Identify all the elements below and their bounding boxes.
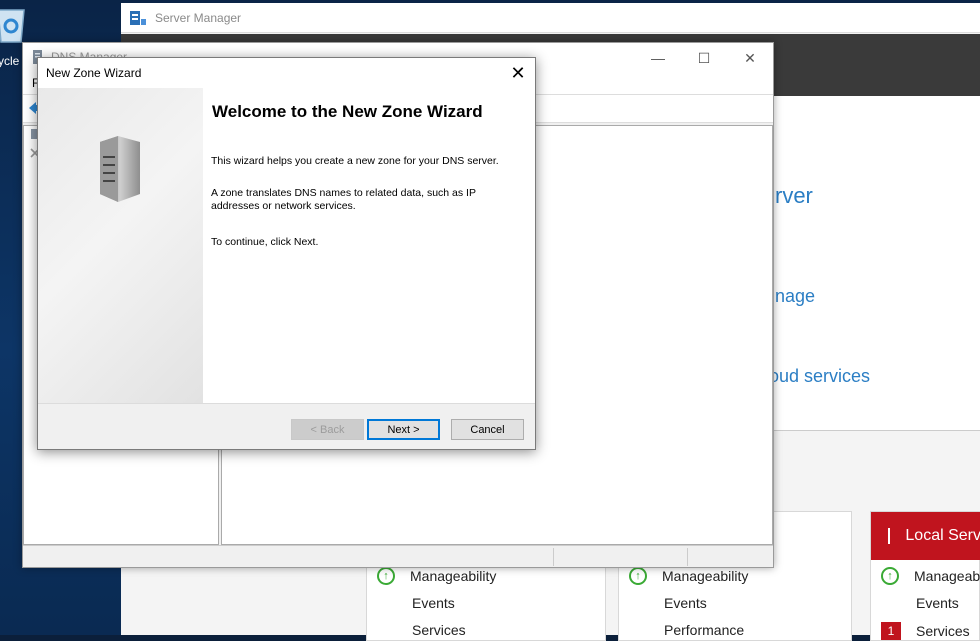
wizard-heading: Welcome to the New Zone Wizard (212, 102, 483, 121)
dns-status-bar (23, 545, 773, 567)
cancel-button[interactable]: Cancel (451, 419, 524, 440)
tile-row-label: Services (916, 623, 970, 639)
tile-row-performance[interactable]: Performance (664, 622, 744, 638)
tile-row-services[interactable]: Services (412, 622, 466, 638)
wizard-zone-description: A zone translates DNS names to related d… (211, 187, 476, 212)
server-icon (888, 528, 891, 544)
local-server-title: Local Serv (905, 527, 980, 544)
server-manager-titlebar[interactable]: Server Manager (121, 3, 980, 33)
tile-row-label: Manageability (662, 568, 749, 584)
tile-row-label: Events (664, 595, 707, 611)
wizard-button-bar: < Back Next > Cancel (38, 403, 535, 449)
tile-row-label: Events (916, 595, 959, 611)
maximize-button[interactable]: ☐ (681, 43, 727, 73)
wizard-intro-text: This wizard helps you create a new zone … (211, 155, 499, 167)
close-button[interactable]: ✕ (727, 43, 773, 73)
server-tower-icon (100, 136, 140, 202)
server-manager-icon (130, 10, 146, 25)
tile-row-manageability[interactable]: ↑ Manageab (881, 567, 980, 585)
back-button[interactable]: < Back (291, 419, 364, 440)
status-separator (687, 548, 688, 566)
close-icon: ✕ (744, 49, 756, 66)
close-icon: ✕ (510, 62, 526, 83)
recycle-bin-label: ycle (0, 54, 20, 68)
configure-server-link[interactable]: rver (775, 183, 813, 209)
minimize-button[interactable]: — (635, 43, 681, 73)
tile-row-label: Events (412, 595, 455, 611)
wizard-side-panel (38, 88, 203, 403)
tile-row-manageability[interactable]: ↑ Manageability (629, 567, 748, 585)
wizard-continue-text: To continue, click Next. (211, 236, 319, 248)
status-up-icon: ↑ (377, 567, 395, 585)
server-manager-title: Server Manager (155, 10, 242, 25)
new-zone-wizard-dialog: New Zone Wizard ✕ Welcome to the New Zon… (37, 57, 536, 450)
wizard-titlebar[interactable]: New Zone Wizard ✕ (38, 58, 535, 88)
wizard-title: New Zone Wizard (46, 66, 142, 80)
tile-row-label: Services (412, 622, 466, 638)
recycle-bin-icon[interactable] (0, 4, 28, 44)
manage-link[interactable]: nage (775, 286, 815, 307)
next-button[interactable]: Next > (367, 419, 440, 440)
local-server-tile-header[interactable]: Local Serv (871, 512, 980, 560)
tile-row-events[interactable]: Events (412, 595, 455, 611)
tile-row-manageability[interactable]: ↑ Manageability (377, 567, 496, 585)
tile-row-label: Manageab (914, 568, 980, 584)
tile-row-events[interactable]: Events (916, 595, 959, 611)
tile-row-label: Performance (664, 622, 745, 638)
status-separator (553, 548, 554, 566)
alert-count-badge: 1 (881, 622, 901, 640)
tile-row-label: Manageability (410, 568, 497, 584)
tile-row-services[interactable]: 1 Services (881, 622, 970, 640)
local-server-tile[interactable]: Local Serv ↑ Manageab Events 1 Services (870, 511, 980, 641)
wizard-close-button[interactable]: ✕ (505, 60, 531, 86)
wizard-body: Welcome to the New Zone Wizard This wiza… (38, 88, 535, 403)
maximize-icon: ☐ (697, 49, 711, 66)
cloud-services-link[interactable]: oud services (769, 366, 870, 387)
minimize-icon: — (651, 50, 665, 66)
status-up-icon: ↑ (629, 567, 647, 585)
status-up-icon: ↑ (881, 567, 899, 585)
tile-row-events[interactable]: Events (664, 595, 707, 611)
